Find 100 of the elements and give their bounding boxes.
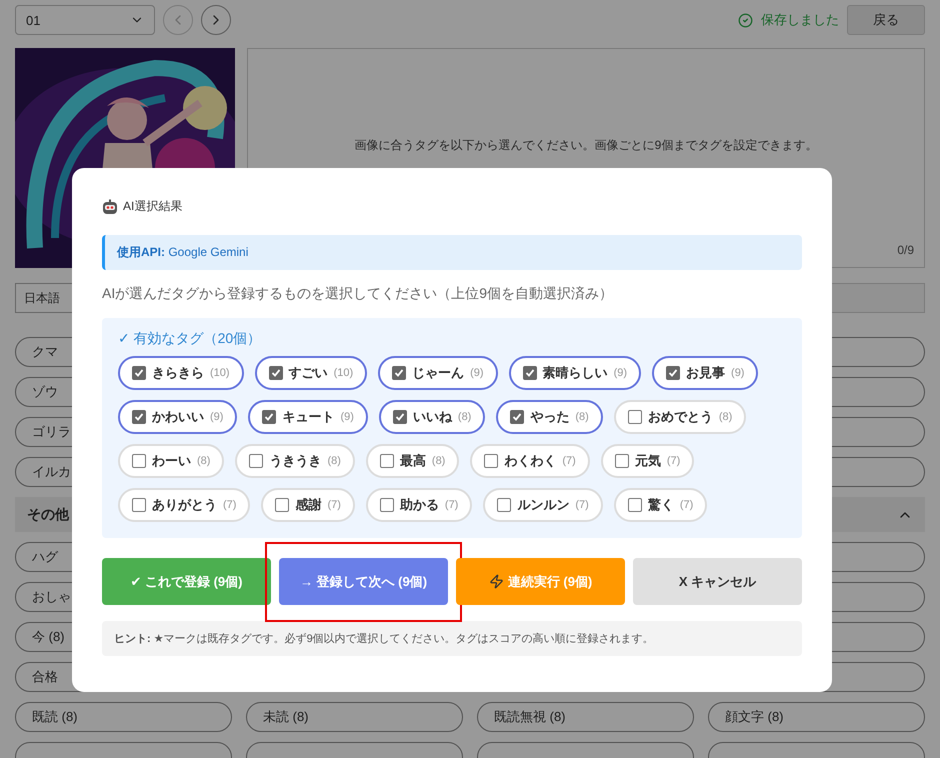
tag-count: (8)	[458, 411, 472, 423]
next-button[interactable]: → 登録して次へ (9個)	[279, 558, 448, 605]
back-button[interactable]: 戻る	[847, 5, 925, 35]
checkbox[interactable]	[132, 454, 146, 468]
tag-label: 素晴らしい	[542, 364, 608, 382]
checkbox[interactable]	[249, 454, 264, 468]
tag-label: お見事	[686, 364, 726, 382]
tag-count: (7)	[680, 499, 694, 511]
editor-instruction: 画像に合うタグを以下から選んでください。画像ごとに9個までタグを設定できます。	[354, 137, 818, 154]
robot-icon	[102, 198, 118, 214]
tag-count: (7)	[562, 455, 576, 467]
tag-option[interactable]: わくわく (7)	[470, 444, 590, 478]
tag-pill[interactable]: 既読 (8)	[15, 702, 232, 732]
checkbox[interactable]	[497, 498, 512, 512]
tag-count: (9)	[614, 367, 628, 379]
checkbox[interactable]	[628, 410, 642, 424]
tag-option[interactable]: かわいい (9)	[118, 400, 238, 434]
check-circle-icon	[738, 12, 753, 28]
tag-option[interactable]: すごい (10)	[254, 356, 368, 390]
tag-label: いいね	[412, 408, 452, 426]
tag-option[interactable]: 素晴らしい (9)	[508, 356, 642, 390]
tag-option[interactable]: 感謝 (7)	[261, 488, 355, 522]
tag-pill[interactable]: 未読 (8)	[246, 702, 463, 732]
tag-option[interactable]: 元気 (7)	[600, 444, 694, 478]
tag-option[interactable]: ルンルン (7)	[483, 488, 603, 522]
tag-label: 元気	[634, 452, 661, 470]
tag-label: きらきら	[152, 364, 204, 382]
tag-count: (9)	[210, 411, 224, 423]
tag-count: (8)	[327, 455, 341, 467]
tag-label: おめでとう	[648, 408, 713, 426]
tag-label: すごい	[288, 364, 328, 382]
api-text: 使用API: Google Gemini	[117, 244, 248, 261]
tag-option[interactable]: じゃーん (9)	[378, 356, 498, 390]
tag-count: (9)	[340, 411, 354, 423]
tag-label: キュート	[282, 408, 334, 426]
tag-option[interactable]: 驚く (7)	[614, 488, 708, 522]
checkbox[interactable]	[132, 410, 146, 424]
tag-label: うきうき	[269, 452, 322, 470]
section-title: その他	[27, 506, 69, 524]
tag-label: 感謝	[295, 496, 322, 514]
checkbox[interactable]	[666, 366, 680, 380]
tag-option[interactable]: いいね (8)	[378, 400, 486, 434]
checkbox[interactable]	[380, 454, 394, 468]
tag-count: (8)	[197, 455, 210, 467]
tag-counter: 0/9	[897, 243, 914, 257]
tag-count: (7)	[444, 499, 458, 511]
checkbox[interactable]	[522, 366, 537, 380]
tag-label: 最高	[400, 452, 426, 470]
tag-option[interactable]: ありがとう (7)	[118, 488, 250, 522]
tag-label: わくわく	[504, 452, 556, 470]
tag-pill[interactable]: 顔文字 (8)	[708, 702, 925, 732]
tag-count: (10)	[210, 367, 230, 379]
tag-label: 驚く	[648, 496, 674, 514]
tag-count: (9)	[470, 367, 484, 379]
tag-label: 助かる	[400, 496, 439, 514]
tag-label: ルンルン	[517, 496, 570, 514]
tag-option[interactable]: 助かる (7)	[366, 488, 472, 522]
tag-option[interactable]: わーい (8)	[118, 444, 224, 478]
tag-count: (8)	[432, 455, 446, 467]
tag-label: かわいい	[152, 408, 204, 426]
tags-heading: ✓ 有効なタグ（20個）	[118, 330, 262, 348]
checkbox[interactable]	[132, 498, 146, 512]
tag-pill[interactable]: 既読無視 (8)	[477, 702, 694, 732]
checkbox[interactable]	[392, 366, 406, 380]
checkbox[interactable]	[380, 498, 394, 512]
tag-option[interactable]: 最高 (8)	[366, 444, 460, 478]
tag-count: (8)	[575, 411, 589, 423]
checkbox[interactable]	[132, 366, 146, 380]
tag-label: ありがとう	[152, 496, 217, 514]
tag-count: (7)	[575, 499, 589, 511]
tag-label: やった	[530, 408, 570, 426]
tag-count: (7)	[327, 499, 341, 511]
tag-option[interactable]: うきうき (8)	[235, 444, 355, 478]
tag-option[interactable]: お見事 (9)	[652, 356, 758, 390]
tag-option[interactable]: キュート (9)	[248, 400, 368, 434]
tag-count: (9)	[731, 367, 744, 379]
checkbox[interactable]	[262, 410, 276, 424]
checkbox[interactable]	[275, 498, 290, 512]
checkbox[interactable]	[484, 454, 498, 468]
save-status: 保存しました	[761, 11, 839, 29]
tag-label: わーい	[152, 452, 191, 470]
dialog-instruction: AIが選んだタグから登録するものを選択してください（上位9個を自動選択済み）	[102, 285, 614, 303]
tag-count: (7)	[223, 499, 236, 511]
checkbox[interactable]	[268, 366, 283, 380]
tag-count: (8)	[718, 411, 732, 423]
next-button[interactable]	[201, 5, 231, 35]
checkbox[interactable]	[614, 454, 629, 468]
image-select[interactable]: 01	[15, 5, 155, 35]
checkbox[interactable]	[628, 498, 642, 512]
hint-text: ヒント: ★マークは既存タグです。必ず9個以内で選択してください。タグはスコアの高い順に登録されます。	[102, 621, 802, 656]
dialog-title: AI選択結果	[123, 198, 182, 215]
tag-count: (10)	[334, 367, 354, 379]
tag-option[interactable]: きらきら (10)	[118, 356, 244, 390]
lightning-icon	[488, 574, 504, 589]
checkbox[interactable]	[392, 410, 407, 424]
tag-label: じゃーん	[412, 364, 464, 382]
tag-option[interactable]: やった (8)	[496, 400, 603, 434]
tag-option[interactable]: おめでとう (8)	[614, 400, 746, 434]
checkbox[interactable]	[510, 410, 524, 424]
cancel-button[interactable]: X キャンセル	[633, 558, 802, 605]
